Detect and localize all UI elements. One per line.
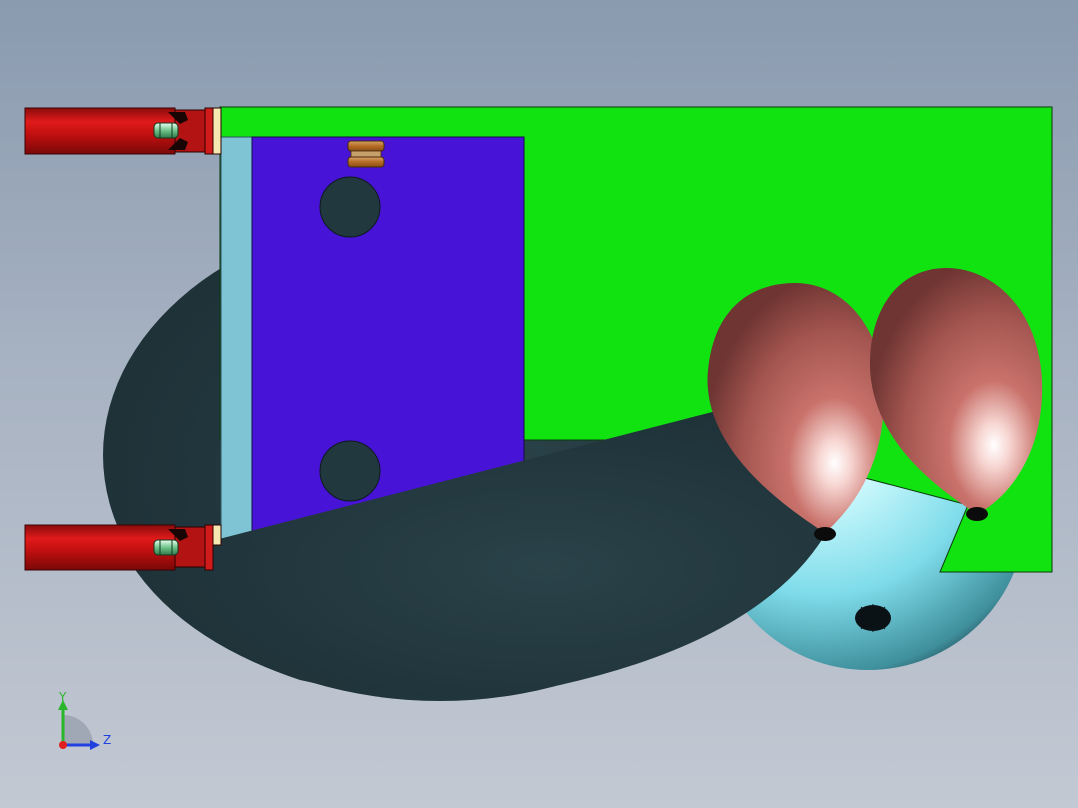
z-axis-arrow (90, 740, 100, 750)
block-hole-bottom[interactable] (319, 440, 381, 502)
x-axis-dot (59, 741, 67, 749)
cad-graphics-viewport[interactable]: Y Z (0, 0, 1078, 808)
cylinder-top[interactable] (24, 107, 222, 155)
y-axis-label: Y (58, 690, 67, 704)
bulb-right-tip[interactable] (966, 507, 988, 521)
bulb-left-tip[interactable] (814, 527, 836, 541)
z-axis-label: Z (103, 733, 111, 747)
model-view[interactable]: Y Z (0, 0, 1078, 808)
block-hole-top[interactable] (319, 176, 381, 238)
cylinder-bottom[interactable] (24, 524, 222, 571)
triad-quadrant (63, 715, 93, 745)
coordinate-triad: Y Z (58, 690, 111, 750)
side-strip[interactable] (220, 136, 253, 548)
orange-bracket[interactable] (347, 140, 385, 168)
